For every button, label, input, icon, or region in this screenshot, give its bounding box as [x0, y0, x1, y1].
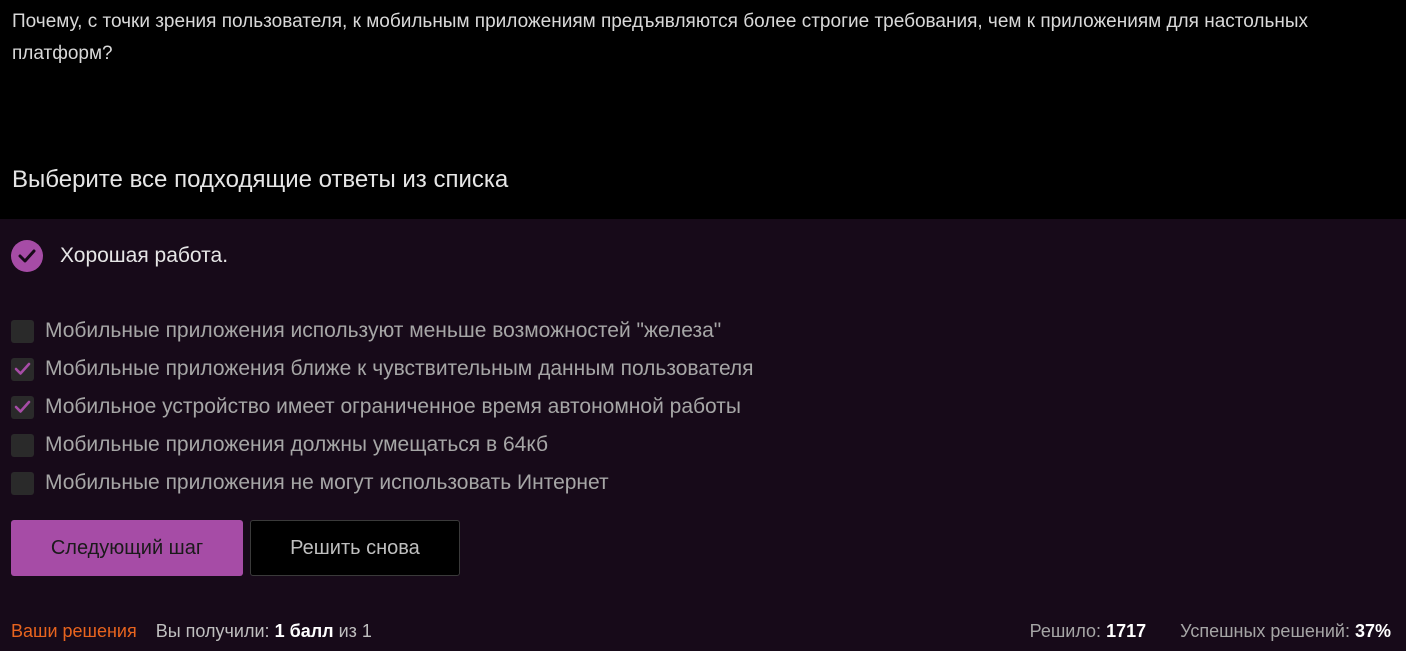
success-value: 37%	[1354, 620, 1391, 641]
score-prefix: Вы получили:	[155, 620, 270, 641]
success-rate: Успешных решений: 37%	[1180, 621, 1391, 642]
feedback-message: Хорошая работа.	[11, 240, 228, 272]
your-solutions-link[interactable]: Ваши решения	[11, 621, 137, 642]
checkbox[interactable]	[11, 319, 34, 343]
score-summary: Вы получили: 1 балл из 1	[156, 621, 372, 642]
solved-count: Решило: 1717	[1030, 621, 1147, 642]
checkbox[interactable]	[11, 433, 34, 457]
solved-value: 1717	[1106, 620, 1147, 641]
checkbox[interactable]	[11, 395, 34, 419]
success-label: Успешных решений:	[1180, 620, 1350, 641]
options-list: Мобильные приложения используют меньше в…	[11, 312, 754, 502]
option-item[interactable]: Мобильные приложения не могут использова…	[11, 464, 754, 502]
option-item[interactable]: Мобильное устройство имеет ограниченное …	[11, 388, 754, 426]
checkbox[interactable]	[11, 471, 34, 495]
check-circle-icon	[11, 240, 43, 272]
option-item[interactable]: Мобильные приложения должны умещаться в …	[11, 426, 754, 464]
feedback-text: Хорошая работа.	[60, 244, 229, 267]
option-label: Мобильные приложения ближе к чувствитель…	[45, 357, 754, 380]
option-label: Мобильные приложения используют меньше в…	[45, 319, 722, 342]
option-label: Мобильное устройство имеет ограниченное …	[45, 395, 741, 418]
score-value: 1 балл	[274, 620, 334, 641]
footer: Ваши решения Вы получили: 1 балл из 1 Ре…	[11, 618, 1391, 644]
answer-panel: Хорошая работа. Мобильные приложения исп…	[0, 219, 1406, 651]
option-label: Мобильные приложения не могут использова…	[45, 471, 609, 494]
checkmark-icon	[14, 362, 31, 375]
checkbox[interactable]	[11, 357, 34, 381]
score-suffix: из 1	[338, 620, 372, 641]
prompt-heading: Выберите все подходящие ответы из списка	[12, 166, 509, 193]
retry-button[interactable]: Решить снова	[250, 520, 460, 576]
next-step-button[interactable]: Следующий шаг	[11, 520, 243, 576]
option-label: Мобильные приложения должны умещаться в …	[45, 433, 549, 456]
question-text: Почему, с точки зрения пользователя, к м…	[12, 11, 1309, 64]
solved-label: Решило:	[1029, 620, 1102, 641]
checkmark-icon	[14, 400, 31, 413]
option-item[interactable]: Мобильные приложения ближе к чувствитель…	[11, 350, 754, 388]
option-item[interactable]: Мобильные приложения используют меньше в…	[11, 312, 754, 350]
